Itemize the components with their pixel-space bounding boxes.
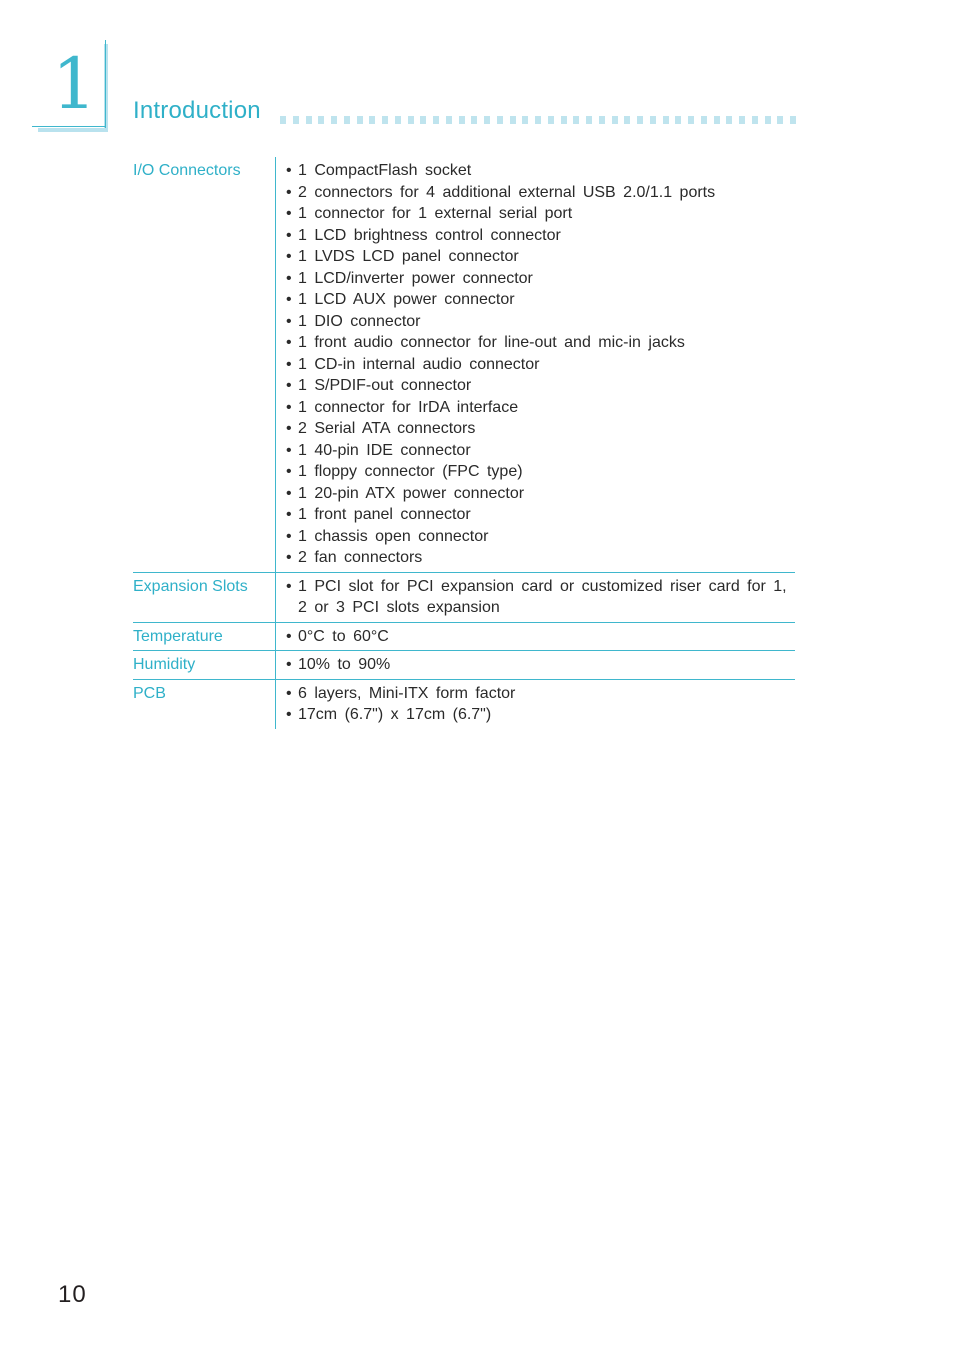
dot-separator: [790, 116, 796, 124]
spec-value-cell: 1 CompactFlash socket2 connectors for 4 …: [275, 157, 795, 573]
dot-separator: [662, 116, 669, 124]
spec-row: PCB 6 layers, Mini-ITX form factor17cm (6…: [133, 679, 795, 729]
dot-separator: [305, 116, 312, 124]
spec-value-list: 1 PCI slot for PCI expansion card or cus…: [286, 576, 795, 619]
chapter-title: Introduction: [133, 97, 261, 124]
chapter-marker: 1: [32, 40, 108, 132]
dot-separator: [764, 116, 771, 124]
dot-separator: [726, 116, 733, 124]
dot-separator: [343, 116, 350, 124]
page-number: 10: [58, 1281, 87, 1308]
dot-separator: [700, 116, 707, 124]
spec-value-item: 1 CompactFlash socket: [286, 160, 795, 182]
dot-separator: [318, 116, 325, 124]
dot-separator: [356, 116, 363, 124]
dot-separator: [382, 116, 388, 124]
spec-value-item: 1 S/PDIF-out connector: [286, 375, 795, 397]
chapter-number: 1: [52, 43, 97, 125]
spec-value-item: 17cm (6.7") x 17cm (6.7"): [286, 704, 795, 726]
spec-value-item: 1 LVDS LCD panel connector: [286, 246, 795, 268]
specifications-table: I/O Connectors 1 CompactFlash socket2 con…: [133, 157, 795, 729]
spec-value-list: 0°C to 60°C: [286, 626, 795, 648]
chapter-marker-shadow-horizontal: [38, 128, 108, 132]
spec-label-cell: PCB: [133, 679, 276, 729]
dot-separator: [739, 116, 745, 124]
dot-separator: [624, 116, 631, 124]
dot-separator: [637, 116, 643, 124]
dot-separator: [777, 116, 784, 124]
spec-value-item: 1 CD-in internal audio connector: [286, 354, 795, 376]
dot-separator: [407, 116, 414, 124]
spec-value-item: 1 40-pin IDE connector: [286, 440, 795, 462]
spec-label-cell: I/O Connectors: [133, 157, 276, 573]
spec-label-cell: Expansion Slots: [133, 572, 276, 623]
dot-separator: [522, 116, 529, 124]
dot-separator: [547, 116, 554, 124]
dot-separator: [484, 116, 490, 124]
dot-separator: [394, 116, 401, 124]
spec-value-item: 1 LCD AUX power connector: [286, 289, 795, 311]
spec-label: Temperature: [133, 627, 223, 645]
dot-separator: [586, 116, 592, 124]
dot-separator: [751, 116, 758, 124]
dot-separator: [713, 116, 720, 124]
spec-value-item: 1 front audio connector for line-out and…: [286, 332, 795, 354]
spec-value-list: 6 layers, Mini-ITX form factor17cm (6.7"…: [286, 683, 795, 726]
spec-row: Temperature 0°C to 60°C: [133, 622, 795, 651]
spec-value-cell: 0°C to 60°C: [275, 622, 795, 651]
spec-value-item: 10% to 90%: [286, 654, 795, 676]
spec-label-cell: Temperature: [133, 622, 276, 651]
dot-separator: [458, 116, 465, 124]
spec-label: PCB: [133, 684, 166, 702]
dot-separator: [688, 116, 694, 124]
dot-separator: [292, 116, 299, 124]
spec-label: Humidity: [133, 656, 196, 673]
dot-separator: [560, 116, 567, 124]
dot-separator: [509, 116, 516, 124]
spec-row: Humidity 10% to 90%: [133, 650, 795, 680]
spec-value-cell: 1 PCI slot for PCI expansion card or cus…: [275, 572, 795, 623]
spec-value-item: 6 layers, Mini-ITX form factor: [286, 683, 795, 705]
title-dotted-rule: [280, 116, 796, 125]
spec-value-item: 2 fan connectors: [286, 547, 795, 569]
dot-separator: [496, 116, 503, 124]
dot-separator: [433, 116, 439, 124]
dot-separator: [675, 116, 682, 124]
spec-label-cell: Humidity: [133, 650, 276, 680]
spec-value-item: 2 connectors for 4 additional external U…: [286, 182, 795, 204]
spec-value-item: 1 front panel connector: [286, 504, 795, 526]
spec-value-item: 1 connector for 1 external serial port: [286, 203, 795, 225]
spec-row: I/O Connectors 1 CompactFlash socket2 con…: [133, 157, 795, 573]
spec-value-item: 1 connector for IrDA interface: [286, 397, 795, 419]
dot-separator: [280, 116, 286, 124]
spec-value-list: 10% to 90%: [286, 654, 795, 676]
spec-value-item: 0°C to 60°C: [286, 626, 795, 648]
chapter-marker-line-horizontal: [32, 126, 106, 127]
dot-separator: [445, 116, 452, 124]
spec-value-item: 1 LCD brightness control connector: [286, 225, 795, 247]
dot-separator: [369, 116, 376, 124]
dot-separator: [649, 116, 656, 124]
spec-value-item: 1 20-pin ATX power connector: [286, 483, 795, 505]
chapter-marker-line-vertical: [105, 40, 106, 128]
dot-separator: [471, 116, 478, 124]
dot-separator: [573, 116, 580, 124]
spec-label: I/O Connectors: [133, 162, 241, 179]
dot-separator: [331, 116, 337, 124]
spec-value-item: 1 LCD/inverter power connector: [286, 268, 795, 290]
spec-value-item: 1 DIO connector: [286, 311, 795, 333]
spec-value-item: 1 chassis open connector: [286, 526, 795, 548]
dot-separator: [535, 116, 541, 124]
spec-value-item: 1 floppy connector (FPC type): [286, 461, 795, 483]
spec-value-list: 1 CompactFlash socket2 connectors for 4 …: [286, 160, 795, 569]
spec-value-item: 1 PCI slot for PCI expansion card or cus…: [286, 576, 795, 619]
spec-row: Expansion Slots 1 PCI slot for PCI expans…: [133, 572, 795, 623]
dot-separator: [598, 116, 605, 124]
spec-value-cell: 10% to 90%: [275, 650, 795, 680]
spec-value-item: 2 Serial ATA connectors: [286, 418, 795, 440]
spec-label: Expansion Slots: [133, 577, 248, 595]
dot-separator: [420, 116, 427, 124]
dot-separator: [611, 116, 618, 124]
spec-value-cell: 6 layers, Mini-ITX form factor17cm (6.7"…: [275, 679, 795, 729]
